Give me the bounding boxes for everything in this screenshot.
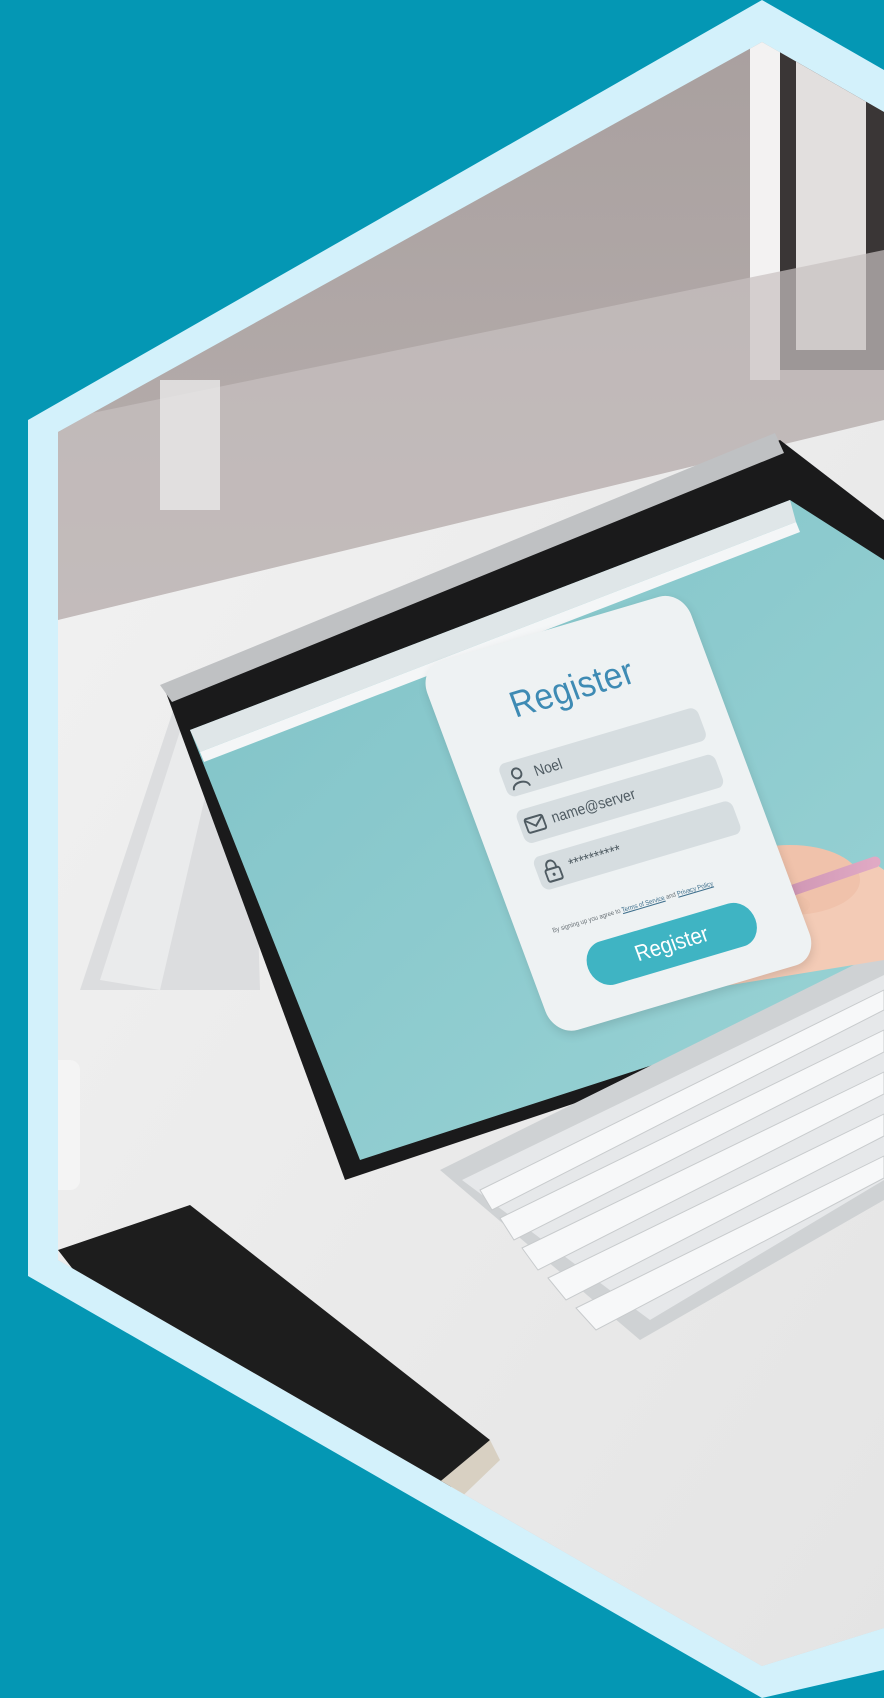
password-value: **********: [566, 841, 624, 874]
user-icon: [510, 767, 531, 791]
terms-of-service-link[interactable]: Terms of Service: [621, 895, 666, 914]
lock-icon: [544, 859, 564, 883]
name-value: Noel: [531, 755, 565, 781]
privacy-policy-link[interactable]: Privacy Policy: [676, 880, 714, 897]
terms-prefix: By signing up you agree to: [551, 907, 624, 935]
email-value: name@server: [548, 785, 639, 827]
envelope-icon: [523, 813, 548, 834]
